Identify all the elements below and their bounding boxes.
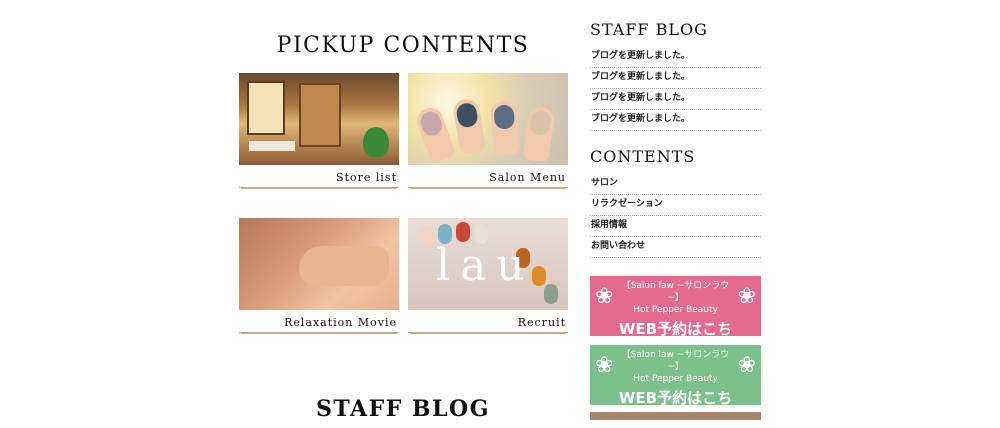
sidebar-staff-blog-heading: STAFF BLOG: [590, 20, 708, 39]
contents-item-contact[interactable]: お問い合わせ: [590, 237, 761, 258]
flower-icon: ❀: [595, 284, 614, 309]
relaxation-movie-card[interactable]: Relaxation Movie: [239, 218, 399, 333]
massage-photo[interactable]: [239, 218, 399, 310]
recruit-label[interactable]: Recruit: [518, 316, 566, 329]
blog-item[interactable]: ブログを更新しました。: [590, 89, 761, 110]
blog-list: ブログを更新しました。 ブログを更新しました。 ブログを更新しました。 ブログを…: [590, 47, 761, 131]
salon-menu-label[interactable]: Salon Menu: [489, 171, 566, 184]
staff-blog-section-title: STAFF BLOG: [315, 396, 491, 423]
blog-item[interactable]: ブログを更新しました。: [590, 110, 761, 131]
contents-item-salon[interactable]: サロン: [590, 174, 761, 195]
salon-menu-card[interactable]: Salon Menu: [408, 73, 568, 188]
store-photo[interactable]: [239, 73, 399, 165]
banner-cta: WEB予約はこちら: [618, 389, 733, 427]
store-list-label[interactable]: Store list: [336, 171, 397, 184]
blog-item[interactable]: ブログを更新しました。: [590, 68, 761, 89]
sidebar-banner-partial[interactable]: [590, 412, 761, 420]
flower-icon: ❀: [737, 353, 756, 378]
flower-icon: ❀: [737, 284, 756, 309]
hotpepper-booking-banner[interactable]: ❀ ❀ 【Salon law ~サロンラウ~】 Hot Pepper Beaut…: [590, 345, 761, 427]
flower-icon: ❀: [595, 353, 614, 378]
contents-list: サロン リラクゼーション 採用情報 お問い合わせ: [590, 174, 761, 258]
store-list-card[interactable]: Store list: [239, 73, 399, 188]
hotpepper-booking-banner[interactable]: ❀ ❀ 【Salon law ~サロンラウ~】 Hot Pepper Beaut…: [590, 276, 761, 358]
blog-item[interactable]: ブログを更新しました。: [590, 47, 761, 68]
relaxation-movie-label[interactable]: Relaxation Movie: [284, 316, 397, 329]
pickup-contents-title: PICKUP CONTENTS: [276, 32, 530, 58]
sidebar-contents-heading: CONTENTS: [590, 147, 696, 166]
banner-service: Hot Pepper Beauty: [633, 374, 718, 384]
nail-photo[interactable]: [408, 73, 568, 165]
banner-salon-name: 【Salon law ~サロンラウ~】: [621, 350, 730, 372]
recruit-photo[interactable]: lau: [408, 218, 568, 310]
recruit-card[interactable]: lau Recruit: [408, 218, 568, 333]
banner-service: Hot Pepper Beauty: [633, 305, 718, 315]
recruit-logo-text: lau: [436, 240, 535, 291]
contents-item-recruit[interactable]: 採用情報: [590, 216, 761, 237]
banner-salon-name: 【Salon law ~サロンラウ~】: [621, 281, 730, 303]
contents-item-relaxation[interactable]: リラクゼーション: [590, 195, 761, 216]
